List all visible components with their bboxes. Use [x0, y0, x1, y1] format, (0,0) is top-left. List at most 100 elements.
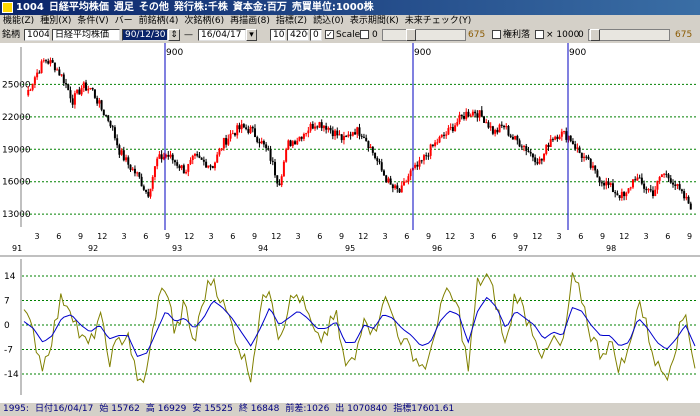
candle-body: [349, 134, 352, 136]
menu-function[interactable]: 機能(Z): [0, 16, 37, 26]
price-tick-label: 19000: [2, 145, 31, 155]
candle-body: [462, 115, 465, 119]
menu-load[interactable]: 読込(0): [310, 16, 347, 26]
candle-body: [640, 177, 643, 184]
candle-body: [685, 196, 688, 199]
candle-body: [305, 133, 308, 135]
month-tick-label: 12: [271, 232, 281, 241]
candle-body: [420, 160, 423, 162]
candle-body: [189, 159, 192, 164]
year-tick-label: 96: [432, 244, 442, 253]
candle-body: [96, 97, 99, 104]
date-from-input[interactable]: 90/12/30: [122, 29, 168, 41]
param2-input[interactable]: 4200: [287, 29, 309, 41]
menu-type[interactable]: 種別(X): [37, 16, 74, 26]
candle-body: [36, 72, 39, 78]
param1-input[interactable]: 10: [270, 29, 286, 41]
candle-body: [225, 137, 228, 145]
candle-body: [436, 142, 439, 144]
candle-body: [500, 124, 503, 126]
month-tick-label: 6: [317, 232, 322, 241]
menu-future-check[interactable]: 未来チェック(Y): [402, 16, 475, 26]
date-to-select[interactable]: 16/04/17: [198, 29, 246, 41]
scale-slider[interactable]: [382, 29, 466, 41]
candle-body: [598, 177, 601, 183]
scale-extra-checkbox[interactable]: [360, 30, 369, 39]
candle-body: [216, 154, 219, 163]
candle-body: [571, 141, 574, 145]
kenri-checkbox[interactable]: [492, 30, 501, 39]
candle-body: [398, 188, 401, 193]
date-from-spin[interactable]: ⇕: [168, 29, 180, 41]
candle-body: [340, 134, 343, 141]
month-tick-label: 9: [252, 232, 257, 241]
candle-body: [603, 182, 606, 186]
candle-body: [167, 154, 170, 157]
candle-body: [674, 184, 677, 186]
candle-body: [336, 130, 339, 136]
candle-body: [314, 126, 317, 129]
price-tick-label: 13000: [2, 210, 31, 220]
osc-tick-label: 0: [4, 321, 10, 331]
scale-slider-thumb[interactable]: [406, 29, 416, 41]
osc-tick-label: -14: [4, 370, 19, 380]
candle-body: [505, 126, 508, 128]
candle-body: [647, 189, 650, 191]
candle-body: [687, 196, 690, 204]
param3-input[interactable]: 0: [310, 29, 322, 41]
candle-body: [33, 77, 36, 84]
candle-body: [231, 133, 234, 135]
candle-body: [53, 62, 56, 71]
candle-body: [173, 160, 176, 163]
month-tick-label: 3: [34, 232, 39, 241]
candle-body: [207, 165, 210, 168]
symbol-name-field[interactable]: 日経平均株価: [52, 29, 120, 41]
candle-body: [438, 136, 441, 143]
year-tick-label: 92: [88, 244, 98, 253]
candle-body: [611, 183, 614, 193]
candle-body: [540, 158, 543, 161]
mult-slider[interactable]: [588, 29, 670, 41]
menu-display-period[interactable]: 表示期間(K): [347, 16, 402, 26]
candle-body: [180, 165, 183, 169]
candle-body: [580, 152, 583, 159]
candle-body: [256, 137, 259, 142]
candle-body: [656, 180, 659, 190]
menu-next-symbol[interactable]: 次銘柄(6): [181, 16, 227, 26]
menu-bar-type[interactable]: バー: [112, 16, 136, 26]
menu-redraw[interactable]: 再描画(8): [227, 16, 273, 26]
candle-body: [318, 122, 321, 128]
menu-condition[interactable]: 条件(V): [74, 16, 111, 26]
candle-body: [560, 131, 563, 137]
year-tick-label: 97: [518, 244, 528, 253]
candle-body: [69, 90, 72, 99]
date-to-dropdown[interactable]: ▾: [246, 29, 257, 41]
candle-body: [258, 141, 261, 144]
candle-body: [45, 60, 48, 62]
scale-checkbox[interactable]: ✓: [325, 30, 334, 39]
candle-body: [683, 191, 686, 199]
mult-checkbox[interactable]: [535, 30, 544, 39]
candle-body: [62, 74, 65, 84]
symbol-code-input[interactable]: 1004: [24, 29, 50, 41]
candle-body: [394, 185, 397, 189]
candle-body: [491, 126, 494, 134]
candle-body: [136, 172, 139, 174]
candle-body: [85, 82, 88, 91]
year-tick-label: 98: [606, 244, 616, 253]
mult-slider-thumb[interactable]: [590, 29, 600, 41]
candle-body: [145, 189, 148, 192]
candle-body: [591, 165, 594, 168]
candle-body: [678, 184, 681, 190]
month-tick-label: 12: [184, 232, 194, 241]
menu-indicator[interactable]: 指標(Z): [273, 16, 310, 26]
chart-area: 2500022000190001600013000 900 900 900 3691…: [0, 43, 700, 403]
candle-body: [445, 134, 448, 136]
candle-body: [40, 61, 43, 73]
candle-body: [416, 164, 419, 167]
month-tick-label: 6: [143, 232, 148, 241]
menu-prev-symbol[interactable]: 前銘柄(4): [136, 16, 182, 26]
status-close: 終 16848: [238, 404, 280, 414]
candle-body: [538, 158, 541, 164]
month-tick-label: 3: [469, 232, 474, 241]
